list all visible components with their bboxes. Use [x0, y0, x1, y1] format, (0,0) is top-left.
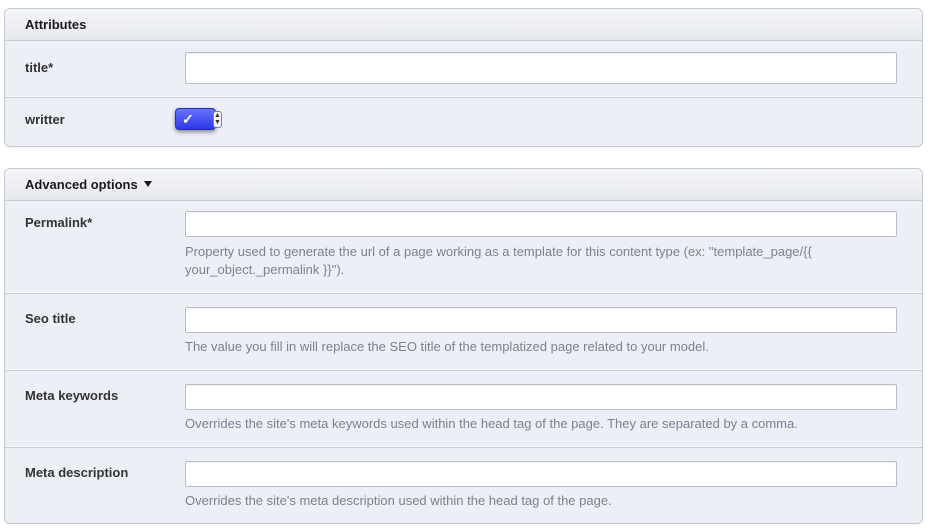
seo-title-row: Seo title The value you fill in will rep…: [5, 294, 922, 371]
meta-description-row: Meta description Overrides the site's me…: [5, 448, 922, 523]
meta-keywords-label: Meta keywords: [25, 388, 119, 403]
attributes-panel: Attributes title* writter ✓ ▲ ▼: [4, 8, 923, 147]
title-label: title*: [25, 60, 54, 75]
writter-select[interactable]: ✓ ▲ ▼: [175, 108, 223, 132]
seo-title-hint: The value you fill in will replace the S…: [185, 339, 709, 354]
attributes-header: Attributes: [5, 9, 922, 41]
meta-description-input[interactable]: [185, 461, 897, 487]
advanced-options-title: Advanced options: [25, 177, 138, 192]
caret-down-icon[interactable]: [143, 181, 152, 187]
title-input[interactable]: [185, 52, 897, 84]
meta-keywords-input[interactable]: [185, 384, 897, 410]
seo-title-input[interactable]: [185, 307, 897, 333]
select-arrows-icon[interactable]: ▲ ▼: [213, 111, 222, 128]
meta-keywords-hint: Overrides the site's meta keywords used …: [185, 416, 798, 431]
writter-select-selected[interactable]: ✓: [175, 108, 216, 130]
checkmark-icon: ✓: [182, 111, 194, 127]
permalink-input[interactable]: [185, 211, 897, 237]
permalink-hint-line1: Property used to generate the url of a p…: [185, 244, 812, 259]
meta-keywords-row: Meta keywords Overrides the site's meta …: [5, 371, 922, 448]
permalink-label: Permalink*: [25, 215, 93, 230]
meta-description-label: Meta description: [25, 465, 129, 480]
permalink-hint-line2: your_object._permalink }}").: [185, 262, 345, 277]
meta-description-hint: Overrides the site's meta description us…: [185, 493, 612, 508]
title-row: title*: [5, 41, 922, 98]
writter-row: writter ✓ ▲ ▼: [5, 98, 922, 146]
advanced-options-panel: Advanced options Permalink* Property use…: [4, 168, 923, 524]
seo-title-label: Seo title: [25, 311, 76, 326]
writter-label: writter: [25, 112, 65, 127]
advanced-options-header[interactable]: Advanced options: [5, 169, 922, 201]
permalink-row: Permalink* Property used to generate the…: [5, 201, 922, 294]
permalink-hint: Property used to generate the url of a p…: [185, 243, 865, 279]
